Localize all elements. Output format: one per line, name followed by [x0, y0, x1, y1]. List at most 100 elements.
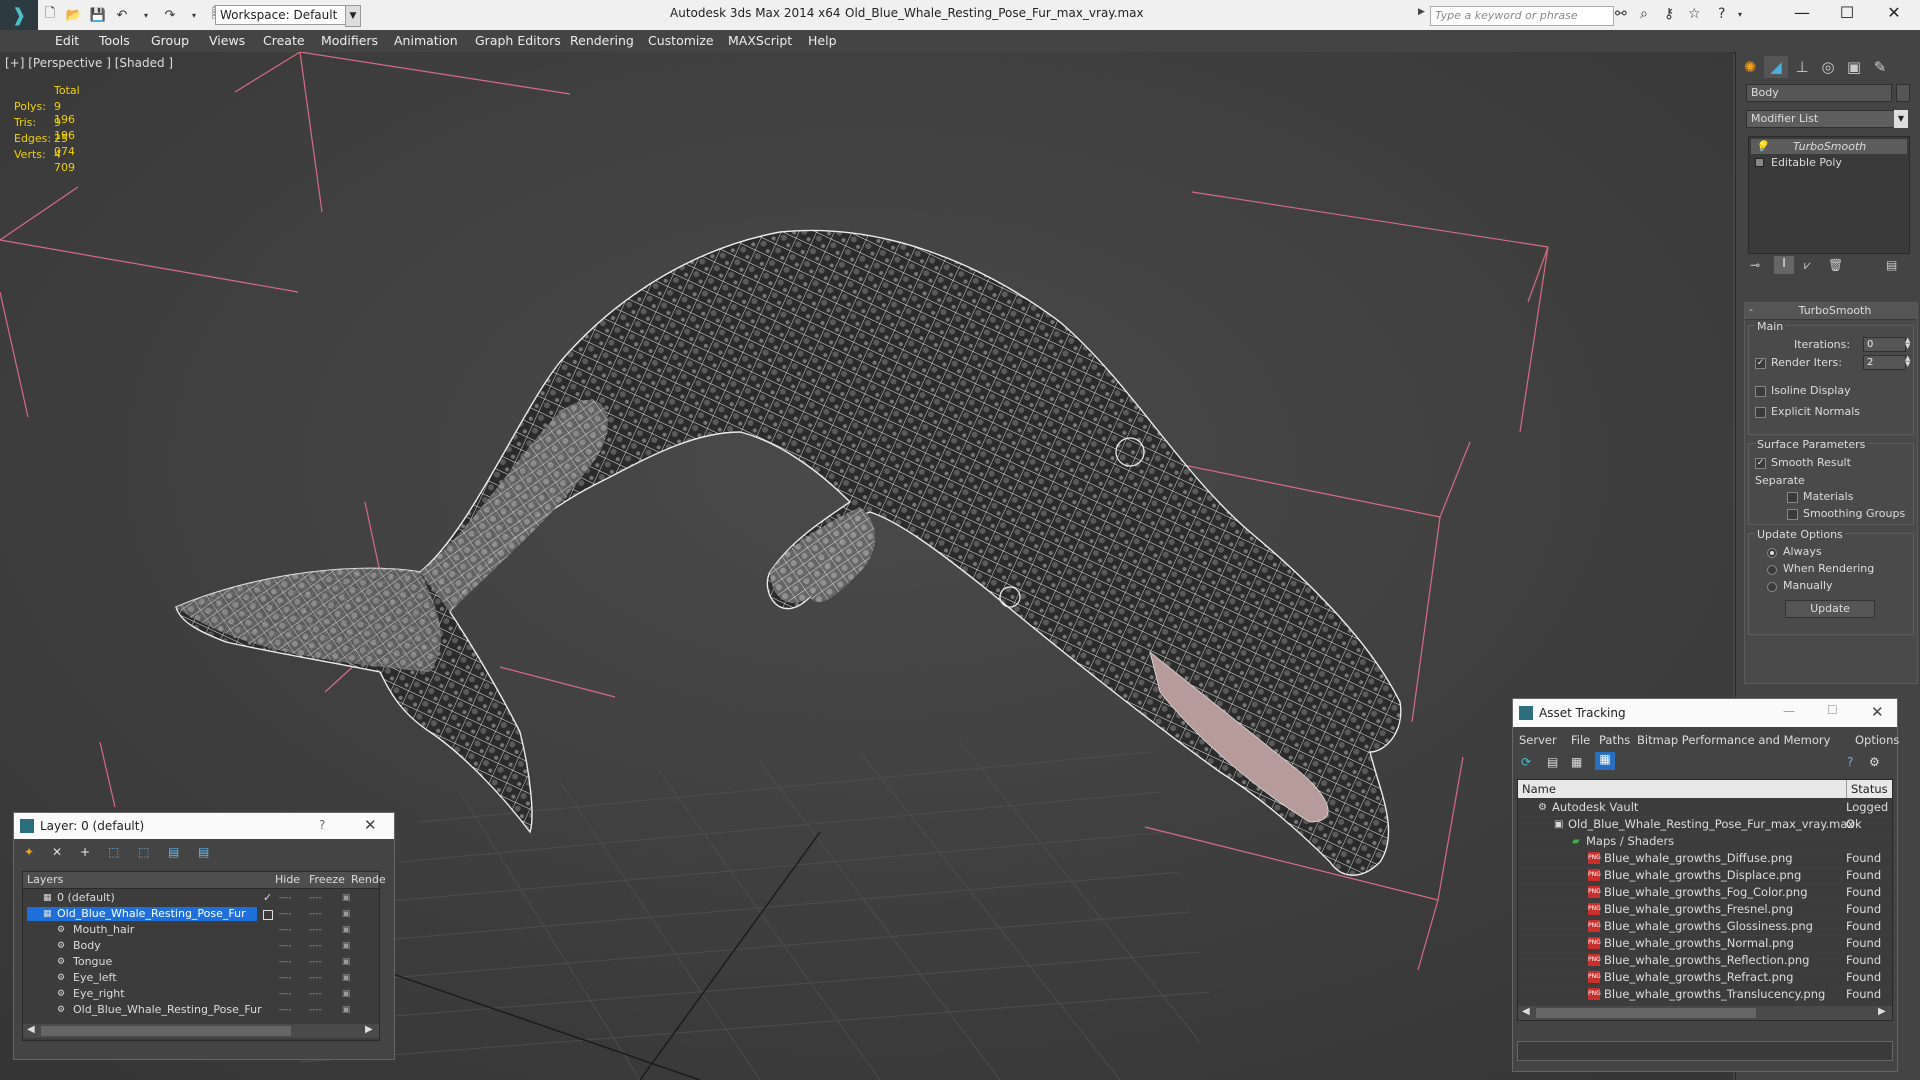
current-layer-box-icon[interactable]	[263, 910, 273, 920]
undo-dropdown-icon[interactable]: ▾	[137, 6, 155, 24]
rollout-header[interactable]: - TurboSmooth	[1745, 303, 1917, 320]
horizontal-scrollbar[interactable]: ◀ ▶	[1518, 1006, 1892, 1020]
render-column-header[interactable]: Rende	[351, 872, 386, 888]
utilities-tab-icon[interactable]: ✎	[1868, 56, 1892, 78]
hide-column-header[interactable]: Hide	[275, 872, 300, 888]
show-end-result-icon[interactable]: Ⅰ	[1774, 256, 1794, 274]
undo-icon[interactable]: ↶	[113, 6, 131, 24]
asset-row-vault[interactable]: ⚙ Autodesk Vault Logged O	[1518, 799, 1892, 831]
chevron-down-icon[interactable]: ▼	[1894, 110, 1908, 128]
create-tab-icon[interactable]: ✺	[1738, 56, 1762, 78]
hide-all-layers-icon[interactable]: ▤	[168, 845, 179, 859]
chevron-down-icon[interactable]: ▼	[345, 5, 361, 27]
menu-views[interactable]: Views	[209, 33, 245, 48]
scroll-left-icon[interactable]: ◀	[27, 1024, 35, 1035]
configure-modifier-sets-icon[interactable]: ▤	[1886, 258, 1897, 272]
maximize-button[interactable]: ☐	[1825, 2, 1869, 24]
active-layer-checkmark-icon[interactable]: ✓	[263, 890, 272, 906]
minimize-button[interactable]: —	[1783, 704, 1795, 718]
spinner-arrows-icon[interactable]: ▲ ▼	[1905, 337, 1915, 350]
scrollbar-thumb[interactable]	[1536, 1008, 1756, 1018]
status-column-header[interactable]: Status	[1846, 780, 1888, 798]
expand-box-icon[interactable]	[1755, 158, 1764, 167]
render-iters-checkbox[interactable]: ✓	[1755, 358, 1766, 369]
menu-bitmap-performance[interactable]: Bitmap Performance and Memory	[1637, 733, 1830, 747]
remove-modifier-icon[interactable]: 🗑	[1828, 258, 1843, 272]
layer-dialog-titlebar[interactable]: Layer: 0 (default) ? ✕	[14, 813, 394, 839]
asset-row-file[interactable]: PNG Blue_whale_growths_Translucency.png Fo…	[1518, 986, 1892, 1004]
asset-row-maps[interactable]: ▰ Maps / Shaders	[1518, 833, 1892, 851]
binoculars-icon[interactable]: ⚯	[1615, 6, 1627, 22]
minimize-button[interactable]: —	[1780, 2, 1824, 24]
materials-checkbox[interactable]	[1787, 492, 1798, 503]
menu-options[interactable]: Options	[1855, 733, 1899, 747]
asset-row-file[interactable]: PNG Blue_whale_growths_Reflection.png Foun…	[1518, 952, 1892, 970]
open-file-icon[interactable]: 📂	[65, 6, 83, 24]
redo-dropdown-icon[interactable]: ▾	[185, 6, 203, 24]
scroll-left-icon[interactable]: ◀	[1522, 1006, 1530, 1017]
manually-radio[interactable]	[1767, 582, 1777, 592]
asset-path-field[interactable]	[1517, 1041, 1893, 1061]
menu-customize[interactable]: Customize	[648, 33, 714, 48]
asset-row-file[interactable]: PNG Blue_whale_growths_Normal.png Found	[1518, 935, 1892, 953]
search-expand-icon[interactable]: ▶	[1418, 7, 1425, 17]
workspace-dropdown[interactable]: Workspace: Default	[215, 5, 361, 25]
viewport-label[interactable]: [+] [Perspective ] [Shaded ]	[5, 56, 173, 70]
freeze-all-layers-icon[interactable]: ▤	[198, 845, 209, 859]
help-dropdown-icon[interactable]: ▾	[1738, 10, 1742, 19]
new-file-icon[interactable]: 🗋	[41, 6, 59, 24]
help-button[interactable]: ?	[319, 818, 325, 832]
modify-tab-icon[interactable]: ◢	[1764, 56, 1788, 78]
list-view-icon[interactable]: ▤	[1547, 755, 1558, 769]
freeze-column-header[interactable]: Freeze	[309, 872, 345, 888]
create-layer-icon[interactable]: ✦	[24, 845, 34, 859]
help-icon[interactable]: ?	[1718, 6, 1725, 22]
search-input[interactable]: Type a keyword or phrase	[1430, 6, 1614, 26]
menu-modifiers[interactable]: Modifiers	[321, 33, 378, 48]
when-rendering-radio[interactable]	[1767, 565, 1777, 575]
iterations-spinner[interactable]: 0	[1863, 337, 1906, 352]
stack-item-turbosmooth[interactable]: 💡 TurboSmooth	[1751, 139, 1907, 154]
close-icon[interactable]: ✕	[1871, 703, 1884, 721]
menu-create[interactable]: Create	[263, 33, 305, 48]
name-column-header[interactable]: Name	[1522, 780, 1556, 798]
add-to-layer-icon[interactable]: +	[80, 845, 90, 859]
make-unique-icon[interactable]: ⩗	[1804, 258, 1811, 273]
menu-server[interactable]: Server	[1519, 733, 1557, 747]
layers-column-header[interactable]: Layers	[27, 872, 63, 888]
scroll-right-icon[interactable]: ▶	[1878, 1006, 1886, 1017]
modifier-stack[interactable]: 💡 TurboSmooth Editable Poly	[1748, 136, 1910, 254]
pin-stack-icon[interactable]: ⊸	[1750, 258, 1760, 272]
smooth-result-checkbox[interactable]: ✓	[1755, 458, 1766, 469]
smoothing-groups-checkbox[interactable]	[1787, 509, 1798, 520]
app-logo-button[interactable]: ❱	[0, 0, 38, 30]
menu-animation[interactable]: Animation	[394, 33, 458, 48]
asset-row-file[interactable]: PNG Blue_whale_growths_Glossiness.png Foun…	[1518, 918, 1892, 936]
object-name-field[interactable]: Body	[1746, 84, 1892, 102]
asset-row-max-file[interactable]: ▣ Old_Blue_Whale_Resting_Pose_Fur_max_vr…	[1518, 816, 1892, 834]
spinner-arrows-icon[interactable]: ▲ ▼	[1905, 355, 1915, 368]
asset-row-file[interactable]: PNG Blue_whale_growths_Refract.png Found	[1518, 969, 1892, 987]
asset-table[interactable]: Name Status ⚙ Autodesk Vault Logged O ▣ …	[1517, 779, 1893, 1021]
subscription-icon[interactable]: ⚷	[1664, 6, 1674, 22]
display-tab-icon[interactable]: ▣	[1842, 56, 1866, 78]
asset-row-file[interactable]: PNG Blue_whale_growths_Fresnel.png Found	[1518, 901, 1892, 919]
scrollbar-thumb[interactable]	[41, 1026, 291, 1036]
scroll-right-icon[interactable]: ▶	[365, 1024, 373, 1035]
save-icon[interactable]: 💾	[89, 6, 107, 24]
highlight-layer-icon[interactable]: ⬚	[138, 845, 149, 859]
menu-rendering[interactable]: Rendering	[570, 33, 634, 48]
update-button[interactable]: Update	[1785, 600, 1875, 618]
menu-graph-editors[interactable]: Graph Editors	[475, 33, 561, 48]
table-view-icon[interactable]: ▦	[1571, 755, 1582, 769]
menu-maxscript[interactable]: MAXScript	[728, 33, 792, 48]
explicit-normals-checkbox[interactable]	[1755, 407, 1766, 418]
menu-paths[interactable]: Paths	[1599, 733, 1630, 747]
asset-dialog-titlebar[interactable]: Asset Tracking — ☐ ✕	[1513, 699, 1897, 727]
asset-row-file[interactable]: PNG Blue_whale_growths_Displace.png Found	[1518, 867, 1892, 885]
maximize-button[interactable]: ☐	[1827, 703, 1838, 717]
object-color-swatch[interactable]	[1896, 84, 1910, 102]
grid-view-icon[interactable]: ▦	[1595, 752, 1615, 770]
redo-icon[interactable]: ↷	[161, 6, 179, 24]
hierarchy-tab-icon[interactable]: ⊥	[1790, 56, 1814, 78]
